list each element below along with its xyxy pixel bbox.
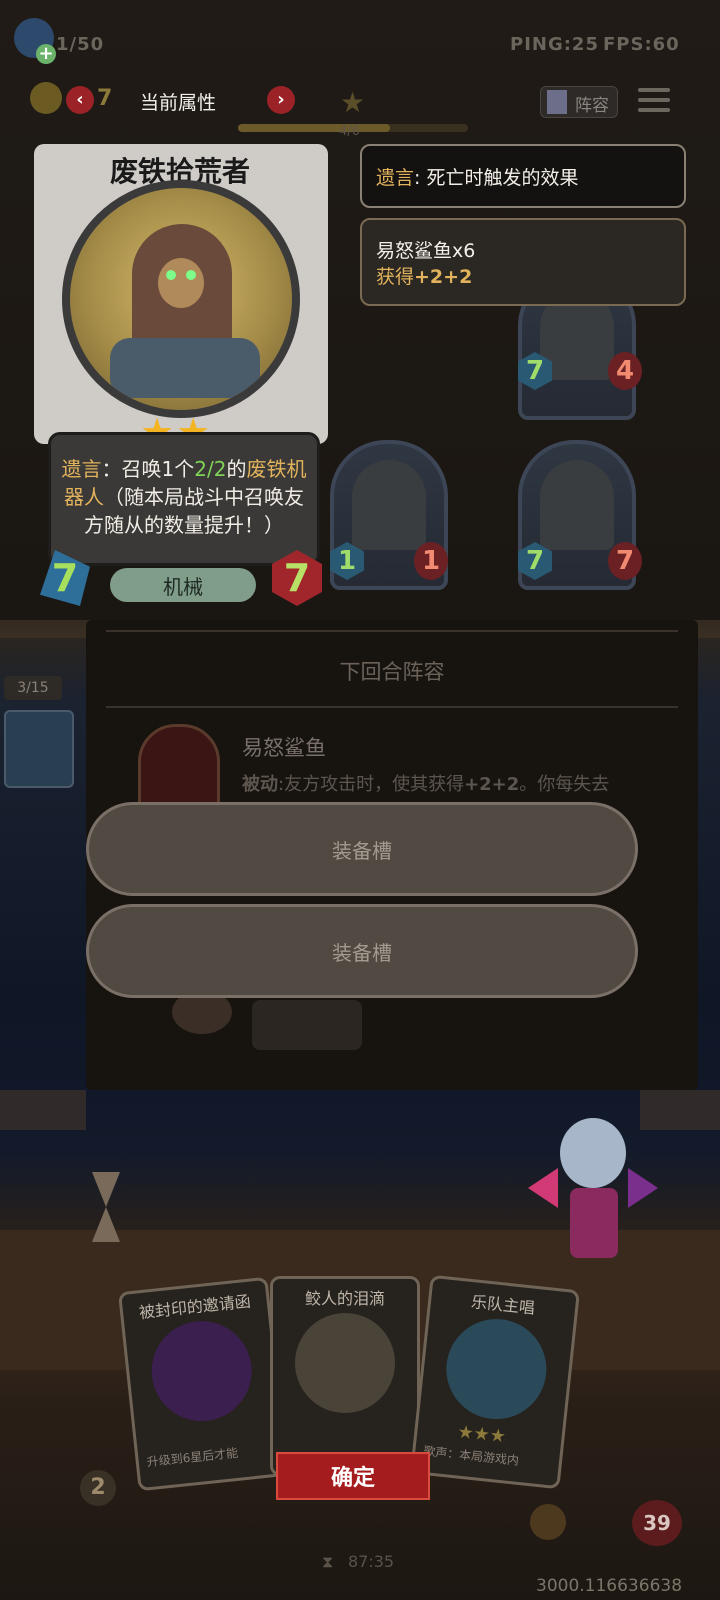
population-counter: 1/50 — [56, 34, 105, 55]
passive-tail: 。你每失去 — [519, 774, 610, 795]
card-detail: 废铁拾荒者 ★★ 遗言：召唤1个2/2的废铁机器人（随本局战斗中召唤友方随从的数… — [28, 140, 332, 610]
plus-icon[interactable]: + — [36, 44, 56, 64]
hand-card[interactable]: 被封印的邀请函 升级到6星后才能 — [117, 1276, 289, 1492]
hand-card-title: 被封印的邀请函 — [138, 1291, 252, 1323]
hourglass-icon: ⧗ — [322, 1552, 334, 1571]
hero-character[interactable] — [528, 1108, 658, 1288]
hourglass-decor — [92, 1172, 120, 1242]
hand-card-title: 乐队主唱 — [470, 1292, 536, 1318]
minion-card[interactable]: 1 1 — [330, 440, 448, 590]
desc-stats: 2/2 — [194, 457, 227, 481]
desc-text: 的 — [226, 457, 247, 481]
lineup-header: 下回合阵容 — [339, 660, 445, 684]
item-icon — [252, 1000, 362, 1050]
minion-health: 1 — [414, 542, 448, 580]
chevron-left-icon[interactable]: ‹ — [66, 86, 94, 114]
tavern-tier-gem[interactable]: 2 — [80, 1470, 116, 1506]
turn-timer: 87:35 — [348, 1552, 395, 1571]
book-icon — [547, 90, 567, 114]
left-wall — [0, 1090, 86, 1130]
hand-card-title: 鲛人的泪滴 — [304, 1289, 385, 1308]
minion-health: 7 — [608, 542, 642, 580]
hero-portrait — [138, 724, 220, 812]
card-tribe: 机械 — [110, 568, 256, 602]
tooltip-keyword: 遗言 — [376, 166, 415, 189]
card-portrait — [62, 180, 300, 418]
queue-counter: 3/15 — [4, 676, 62, 700]
hand-card-art — [295, 1313, 395, 1413]
coordinate-readout: 3000.116636638 — [536, 1576, 683, 1596]
equipment-slot-1[interactable]: 装备槽 — [86, 802, 638, 896]
right-wall — [640, 1090, 720, 1130]
lineup-button-label: 阵容 — [575, 96, 609, 116]
desc-text: （随本局战斗中召唤友方随从的数量提升！） — [84, 485, 304, 537]
card-description: 遗言：召唤1个2/2的废铁机器人（随本局战斗中召唤友方随从的数量提升！） — [48, 432, 320, 566]
top-hud: + 1/50 PING:25 FPS:60 7 ‹ 当前属性 › ★ 4/6 阵… — [0, 0, 720, 140]
star-icon: ★ — [340, 86, 366, 119]
desc-keyword: 遗言 — [61, 457, 102, 481]
buff-value: +2+2 — [414, 266, 473, 288]
hand-card[interactable]: 乐队主唱 ★★★ 歌声：本局游戏内 — [409, 1274, 581, 1490]
fps-readout: FPS:60 — [603, 34, 680, 55]
passive-label: 被动 — [242, 774, 278, 795]
shark-hero-portrait[interactable] — [4, 710, 74, 788]
minion-card[interactable]: 7 7 — [518, 440, 642, 590]
desc-text: ：召唤1个 — [101, 457, 195, 481]
passive-text: :友方攻击时，使其获得 — [278, 774, 465, 795]
lineup-button[interactable]: 阵容 — [540, 86, 618, 118]
keyword-tooltip: 遗言: 死亡时触发的效果 — [360, 144, 686, 208]
hand-card-note: 升级到6星后才能 — [146, 1445, 239, 1470]
hero-passive-text: 被动:友方攻击时，使其获得+2+2。你每失去 — [242, 770, 609, 796]
menu-icon[interactable] — [638, 84, 670, 116]
confirm-button[interactable]: 确定 — [276, 1452, 430, 1500]
ping-readout: PING:25 — [510, 34, 599, 55]
tooltip-text: : 死亡时触发的效果 — [414, 166, 579, 189]
hand-card[interactable]: 鲛人的泪滴 — [270, 1276, 420, 1476]
equipment-slot-2[interactable]: 装备槽 — [86, 904, 638, 998]
attribute-title: 当前属性 — [140, 92, 217, 114]
minion-health: 4 — [608, 352, 642, 390]
hand-card-note: 歌声：本局游戏内 — [422, 1443, 520, 1468]
star-progress-label: 4/6 — [339, 124, 360, 139]
star-rating: ★★★ — [456, 1421, 507, 1448]
trophy-icon[interactable] — [530, 1504, 566, 1540]
hero-name: 易怒鲨鱼 — [242, 736, 326, 760]
gold-amount: 7 — [97, 86, 113, 111]
hand-card-art — [441, 1314, 552, 1425]
player-health: 39 — [632, 1500, 682, 1546]
hand-card-art — [146, 1316, 257, 1427]
buff-title: 易怒鲨鱼x6 — [376, 240, 476, 262]
buff-prefix: 获得 — [376, 266, 415, 288]
buff-tooltip: 易怒鲨鱼x6 获得+2+2 — [360, 218, 686, 306]
passive-value: +2+2 — [464, 774, 520, 795]
chevron-right-icon[interactable]: › — [267, 86, 295, 114]
gold-coin-icon — [30, 82, 62, 114]
